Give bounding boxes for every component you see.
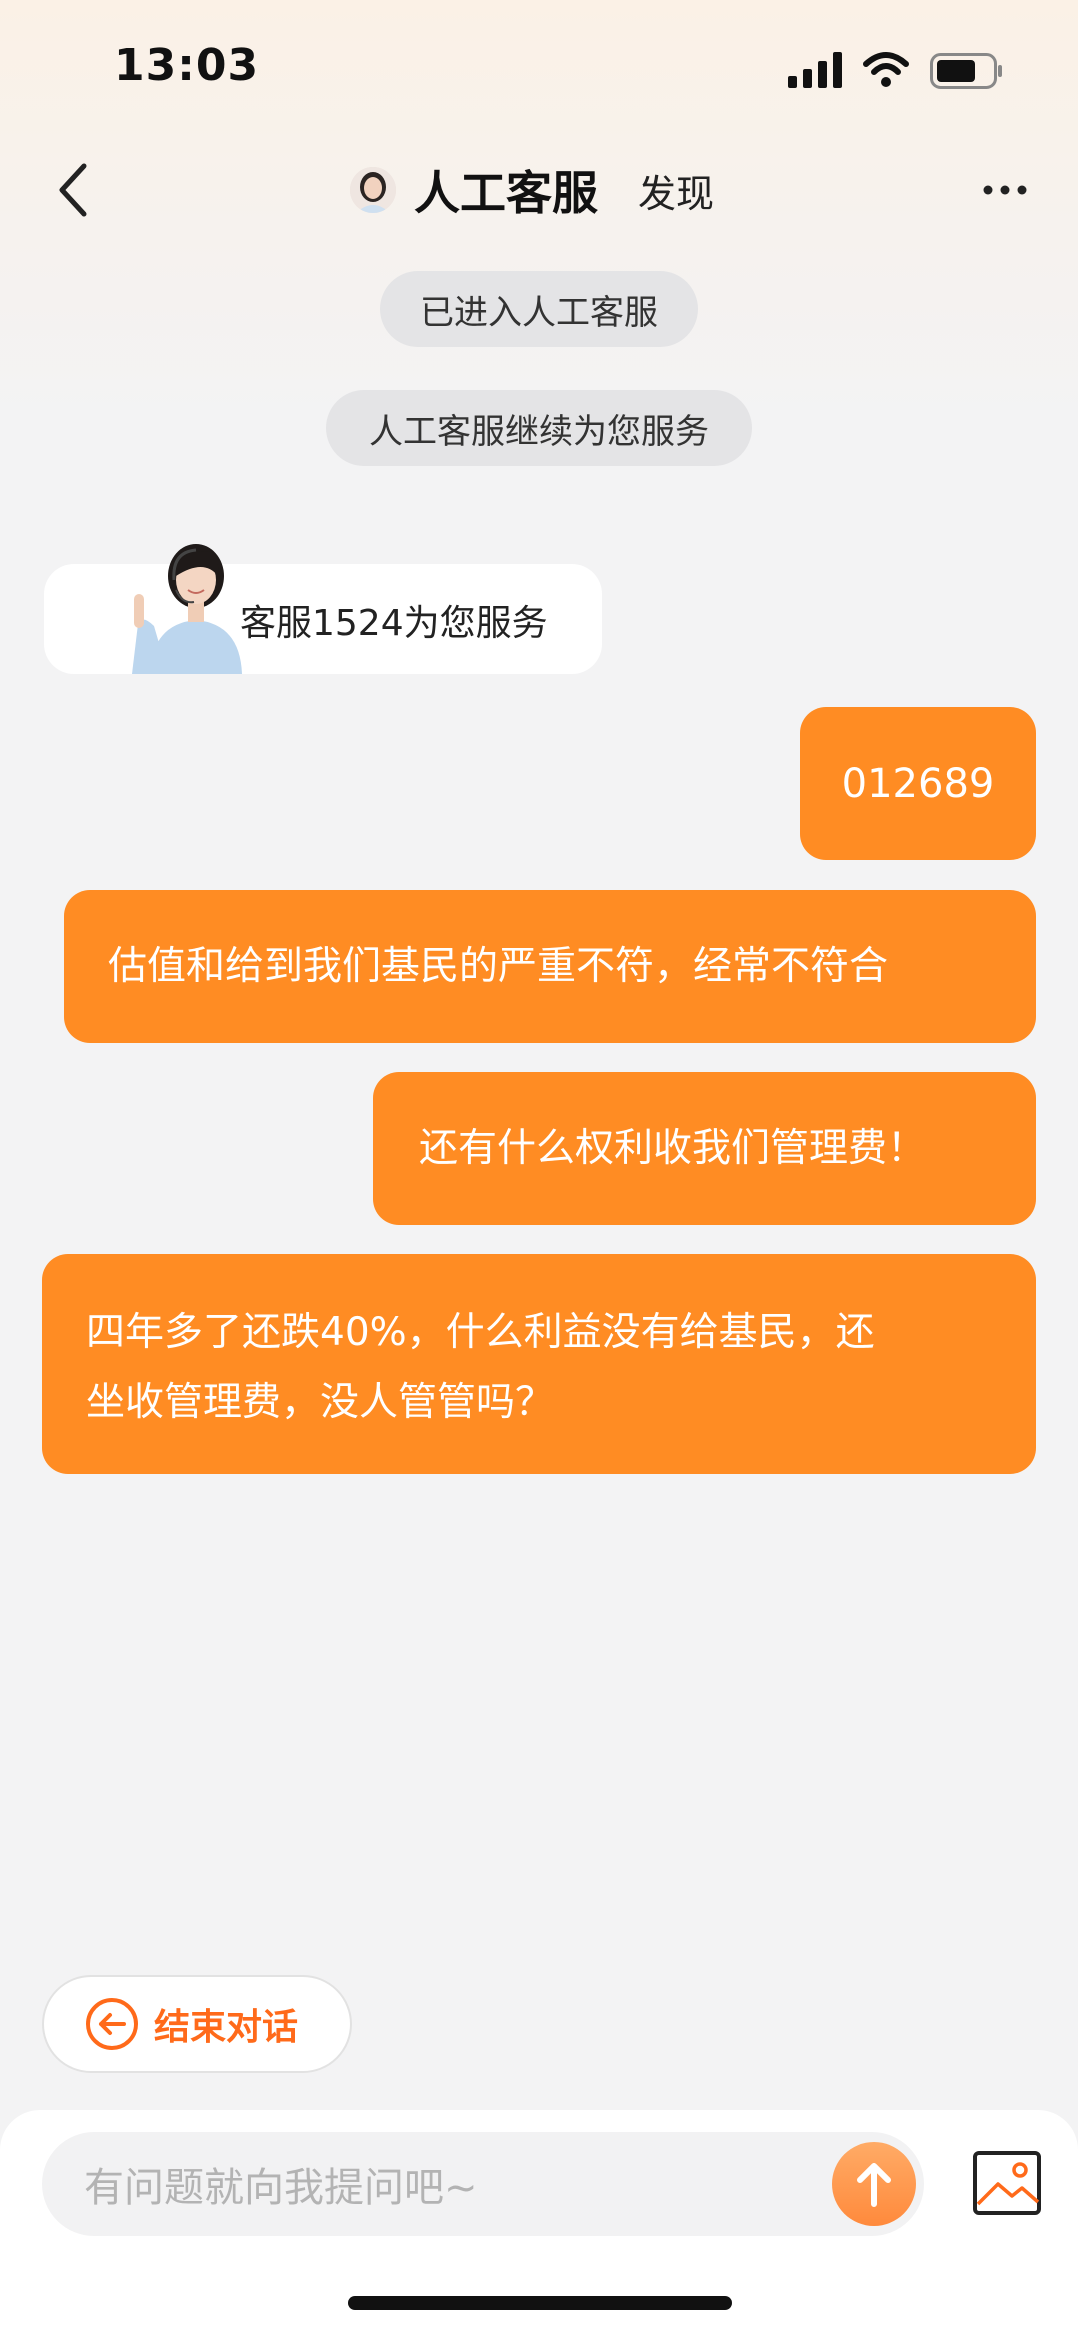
message-text-line: 四年多了还跌40%，什么利益没有给基民，还 (86, 1310, 875, 1355)
image-icon[interactable] (972, 2150, 1042, 2216)
message-input[interactable]: 有问题就向我提问吧~ (42, 2132, 924, 2236)
input-placeholder: 有问题就向我提问吧~ (84, 2165, 478, 2211)
system-message: 已进入人工客服 (380, 271, 698, 347)
message-bubble: 012689 (800, 707, 1036, 860)
wifi-icon (863, 52, 909, 87)
message-bubble: 四年多了还跌40%，什么利益没有给基民，还 坐收管理费，没人管管吗？ (42, 1254, 1036, 1474)
agent-illustration (132, 544, 242, 674)
more-icon[interactable] (982, 176, 1028, 204)
system-message: 人工客服继续为您服务 (326, 390, 752, 466)
agent-avatar (350, 167, 396, 213)
signal-icon (788, 52, 842, 88)
nav-title-group: 人工客服 发现 (350, 160, 714, 220)
message-text-line: 坐收管理费，没人管管吗？ (86, 1380, 555, 1425)
agent-intro-text: 客服1524为您服务 (240, 603, 548, 644)
message-bubble: 还有什么权利收我们管理费！ (373, 1072, 1036, 1225)
agent-intro-card: 客服1524为您服务 (44, 544, 602, 674)
message-bubble: 估值和给到我们基民的严重不符，经常不符合 (64, 890, 1036, 1043)
send-icon (857, 2163, 891, 2207)
end-chat-button[interactable]: 结束对话 (42, 1975, 352, 2073)
end-chat-label: 结束对话 (154, 2007, 299, 2048)
back-icon[interactable] (52, 160, 96, 220)
send-button[interactable] (832, 2142, 916, 2226)
end-chat-icon (86, 1998, 138, 2050)
message-text: 还有什么权利收我们管理费！ (419, 1125, 927, 1171)
status-time: 13:03 (114, 40, 260, 91)
page-title: 人工客服 (414, 166, 598, 220)
discover-link[interactable]: 发现 (638, 163, 714, 218)
message-text: 012689 (841, 760, 995, 807)
battery-icon (930, 53, 1002, 89)
home-indicator (348, 2296, 732, 2310)
message-text: 估值和给到我们基民的严重不符，经常不符合 (108, 943, 889, 989)
